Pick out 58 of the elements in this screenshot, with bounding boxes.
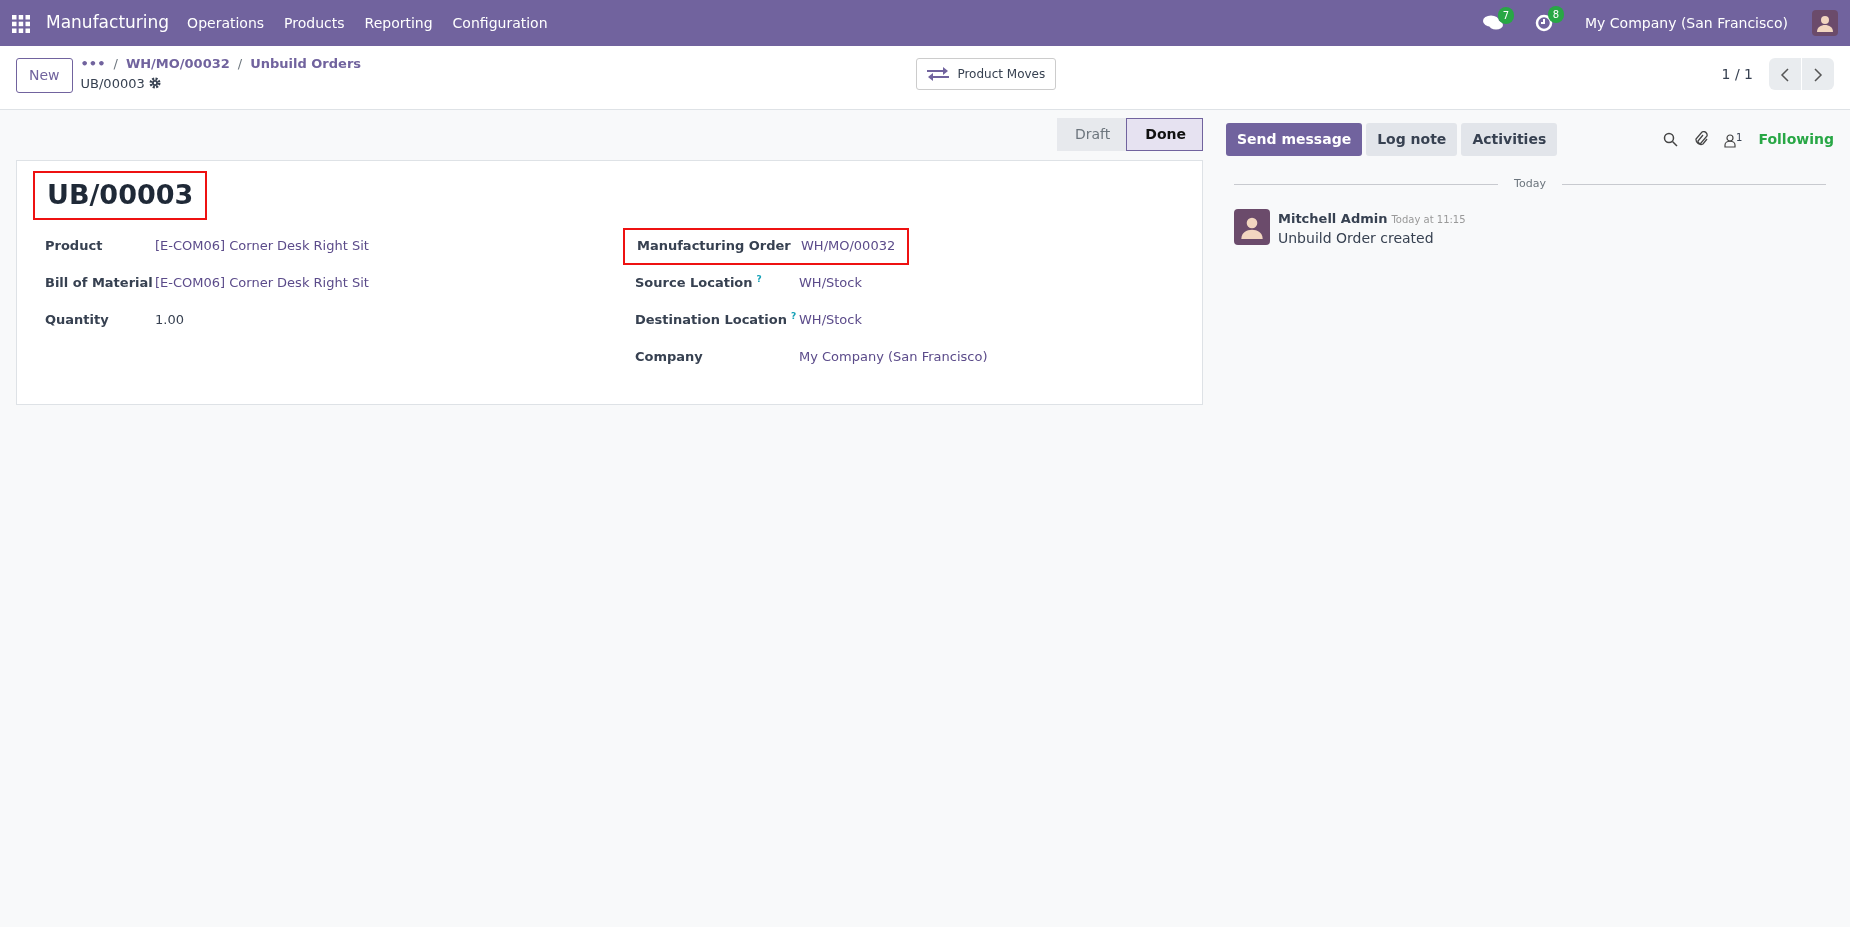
field-value-link[interactable]: [E-COM06] Corner Desk Right Sit [155, 273, 369, 293]
field-label: Product [45, 238, 103, 254]
apps-menu-icon[interactable] [12, 13, 30, 33]
previous-button[interactable] [1769, 58, 1801, 90]
company-switcher[interactable]: My Company (San Francisco) [1585, 12, 1788, 34]
author-avatar-icon[interactable] [1234, 208, 1270, 245]
help-tooltip-marker[interactable]: ? [791, 311, 797, 322]
breadcrumb-separator: / [237, 55, 243, 73]
field-value-link[interactable]: WH/Stock [799, 273, 862, 293]
search-icon[interactable] [1663, 131, 1679, 147]
breadcrumb-separator: / [113, 55, 118, 73]
field-value-link[interactable]: My Company (San Francisco) [799, 347, 988, 367]
menu-item[interactable]: Operations [177, 12, 275, 34]
field-label: Company [635, 349, 703, 365]
chevron-right-icon [1813, 67, 1823, 82]
chatter-button[interactable]: Send message [1226, 122, 1363, 156]
next-button[interactable] [1802, 58, 1834, 90]
breadcrumb-more-button[interactable]: ••• [80, 54, 106, 74]
message-author[interactable]: Mitchell Admin [1278, 208, 1388, 228]
person-icon[interactable] [1724, 134, 1737, 148]
field-label: Quantity [45, 312, 109, 328]
product-moves-button[interactable]: Product Moves [916, 58, 1057, 90]
app-name[interactable]: Manufacturing [46, 10, 170, 36]
new-button[interactable]: New [16, 58, 73, 93]
gear-icon[interactable] [148, 77, 161, 90]
field-value: 1.00 [155, 311, 184, 330]
status-step[interactable]: Done [1126, 118, 1203, 151]
field-value-link[interactable]: WH/Stock [799, 310, 862, 330]
field-value-link[interactable]: WH/MO/00032 [801, 236, 896, 256]
following-button[interactable]: Following [1758, 128, 1834, 150]
status-step[interactable]: Draft [1057, 118, 1127, 151]
field-value-link[interactable]: [E-COM06] Corner Desk Right Sit [155, 236, 369, 256]
menu-item[interactable]: Reporting [354, 12, 443, 34]
menu-item[interactable]: Products [274, 12, 355, 34]
menu-item[interactable]: Configuration [442, 12, 558, 34]
message-time: Today at 11:15 [1391, 212, 1466, 227]
record-title: UB/00003 [33, 171, 208, 220]
chevron-left-icon [1780, 67, 1790, 82]
activities-count-badge: 8 [1547, 6, 1565, 23]
message-body: Unbuild Order created [1278, 229, 1435, 248]
field-label: Bill of Material [45, 275, 153, 291]
breadcrumb-link[interactable]: WH/MO/00032 [125, 54, 230, 74]
swap-arrows-icon [927, 66, 950, 82]
field-label: Manufacturing Order [637, 238, 791, 254]
date-separator: Today [1514, 176, 1546, 192]
followers-count: 1 [1736, 131, 1743, 145]
field-label: Destination Location [635, 312, 787, 328]
user-avatar-icon[interactable] [1812, 10, 1838, 36]
messages-count-badge: 7 [1497, 7, 1515, 24]
chatter-button[interactable]: Log note [1366, 122, 1458, 156]
paperclip-icon[interactable] [1694, 131, 1709, 147]
pager-value[interactable]: 1 / 1 [1721, 63, 1753, 85]
help-tooltip-marker[interactable]: ? [756, 274, 762, 285]
clock-icon[interactable] [1535, 14, 1554, 32]
chatter-button[interactable]: Activities [1461, 122, 1558, 156]
field-label: Source Location [635, 275, 753, 291]
breadcrumb-link[interactable]: Unbuild Orders [250, 54, 362, 74]
record-name: UB/00003 [80, 74, 145, 93]
